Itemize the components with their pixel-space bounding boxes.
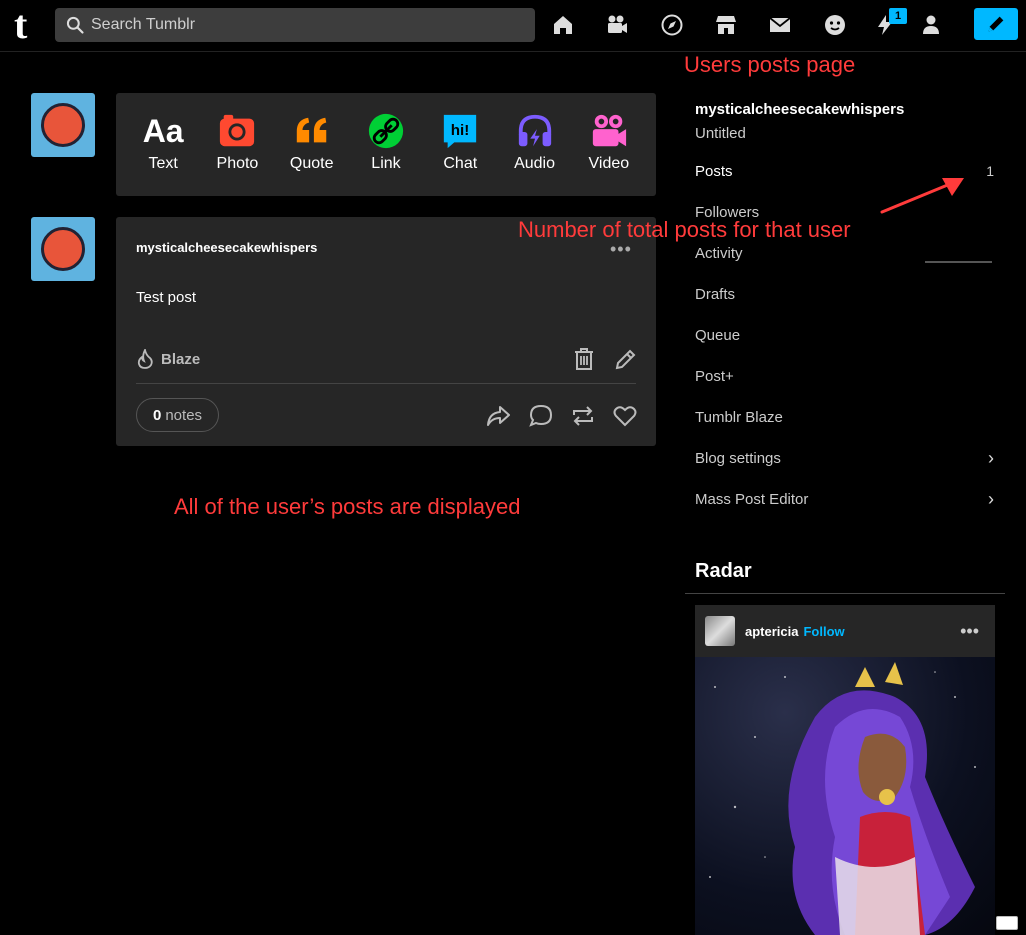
- share-icon[interactable]: [485, 403, 511, 429]
- radar-post-image[interactable]: [695, 657, 995, 935]
- flame-icon: [137, 349, 153, 369]
- chat-icon: hi!: [440, 111, 480, 151]
- text-icon: Aa: [142, 112, 184, 149]
- post-divider: [136, 383, 636, 384]
- new-photo-post-button[interactable]: Photo: [200, 93, 274, 196]
- chat-face-icon[interactable]: [822, 12, 848, 38]
- live-video-icon[interactable]: [604, 12, 630, 38]
- home-icon[interactable]: [550, 12, 576, 38]
- chevron-right-icon: ›: [988, 447, 994, 468]
- sidebar-item-blog-settings[interactable]: Blog settings ›: [695, 446, 1000, 470]
- sidebar-item-label: Queue: [695, 326, 741, 344]
- photo-label: Photo: [216, 155, 259, 172]
- sidebar-item-tumblr-blaze[interactable]: Tumblr Blaze: [695, 405, 1000, 429]
- like-heart-icon[interactable]: [612, 403, 638, 429]
- link-icon: [366, 111, 406, 151]
- activity-sparkline: [925, 261, 992, 263]
- headphones-icon: [515, 111, 555, 151]
- notification-badge: 1: [889, 8, 907, 24]
- delete-trash-icon[interactable]: [572, 347, 596, 371]
- quote-label: Quote: [289, 155, 334, 172]
- sidebar-item-drafts[interactable]: Drafts: [695, 282, 1000, 306]
- sidebar-item-label: Drafts: [695, 285, 736, 303]
- chat-label: Chat: [443, 155, 478, 172]
- blog-avatar[interactable]: [31, 93, 95, 157]
- post-body: Test post: [136, 289, 197, 306]
- new-quote-post-button[interactable]: Quote: [275, 93, 349, 196]
- sidebar-item-label: Tumblr Blaze: [695, 408, 783, 426]
- post-card: mysticalcheesecakewhispers ••• Test post…: [116, 217, 656, 446]
- sidebar-item-post-plus[interactable]: Post+: [695, 364, 1000, 388]
- post-avatar[interactable]: [31, 217, 95, 281]
- pencil-icon: [988, 16, 1004, 32]
- svg-text:hi!: hi!: [451, 122, 470, 139]
- notes-button[interactable]: 0 notes: [136, 398, 220, 432]
- tumblr-logo[interactable]: t: [14, 5, 42, 46]
- reply-icon[interactable]: [528, 403, 554, 429]
- compose-button[interactable]: [974, 8, 1018, 40]
- video-camera-icon: [589, 111, 629, 151]
- audio-label: Audio: [514, 155, 555, 172]
- sidebar-item-label: Post+: [695, 367, 734, 385]
- explore-compass-icon[interactable]: [659, 12, 685, 38]
- sidebar-item-mass-post-editor[interactable]: Mass Post Editor ›: [695, 487, 1000, 511]
- annotation-count-label: Number of total posts for that user: [518, 217, 851, 242]
- sidebar-item-label: Mass Post Editor: [695, 490, 809, 508]
- annotation-arrow: [880, 178, 964, 214]
- account-person-icon[interactable]: [918, 12, 944, 38]
- search-bar[interactable]: [55, 8, 535, 42]
- new-video-post-button[interactable]: Video: [572, 93, 646, 196]
- annotation-page-label: Users posts page: [684, 52, 856, 77]
- reblog-icon[interactable]: [570, 403, 596, 429]
- sidebar-item-queue[interactable]: Queue: [695, 323, 1000, 347]
- chevron-right-icon: ›: [988, 488, 994, 509]
- post-type-selector: Aa Text Photo Quote Link hi! Chat Audio …: [116, 93, 656, 196]
- keyboard-shortcuts-icon[interactable]: [996, 916, 1018, 930]
- radar-post-card: aptericia Follow •••: [695, 605, 995, 935]
- notes-label: notes: [165, 406, 203, 424]
- sidebar-item-label: Blog settings: [695, 449, 781, 467]
- new-audio-post-button[interactable]: Audio: [497, 93, 571, 196]
- radar-heading: Radar: [695, 560, 752, 582]
- search-input[interactable]: [91, 16, 511, 34]
- new-chat-post-button[interactable]: hi! Chat: [423, 93, 497, 196]
- radar-username[interactable]: aptericia: [745, 624, 798, 639]
- search-icon: [66, 16, 84, 34]
- radar-post-header: aptericia Follow •••: [695, 605, 995, 657]
- text-label: Text: [148, 155, 178, 172]
- post-author[interactable]: mysticalcheesecakewhispers: [136, 240, 317, 255]
- new-link-post-button[interactable]: Link: [349, 93, 423, 196]
- messages-envelope-icon[interactable]: [767, 12, 793, 38]
- new-text-post-button[interactable]: Aa Text: [126, 93, 200, 196]
- posts-count: 1: [986, 163, 994, 179]
- edit-pencil-icon[interactable]: [614, 347, 638, 371]
- blog-name[interactable]: mysticalcheesecakewhispers: [695, 101, 904, 118]
- camera-icon: [217, 111, 257, 151]
- notes-count: 0: [153, 406, 162, 424]
- radar-divider: [685, 593, 1005, 594]
- blog-subtitle: Untitled: [695, 125, 746, 142]
- video-label: Video: [588, 155, 630, 172]
- link-label: Link: [371, 155, 401, 172]
- more-options-icon[interactable]: •••: [960, 621, 979, 642]
- shop-icon[interactable]: [713, 12, 739, 38]
- radar-user-avatar[interactable]: [705, 616, 735, 646]
- top-navigation-bar: t 1: [0, 0, 1026, 52]
- follow-button[interactable]: Follow: [803, 624, 844, 639]
- blaze-label: Blaze: [161, 350, 201, 368]
- sidebar-item-label: Activity: [695, 244, 743, 262]
- sidebar-item-label: Posts: [695, 162, 733, 180]
- blaze-button[interactable]: Blaze: [136, 349, 200, 369]
- annotation-posts-label: All of the user’s posts are displayed: [174, 494, 521, 519]
- quote-icon: [292, 111, 332, 151]
